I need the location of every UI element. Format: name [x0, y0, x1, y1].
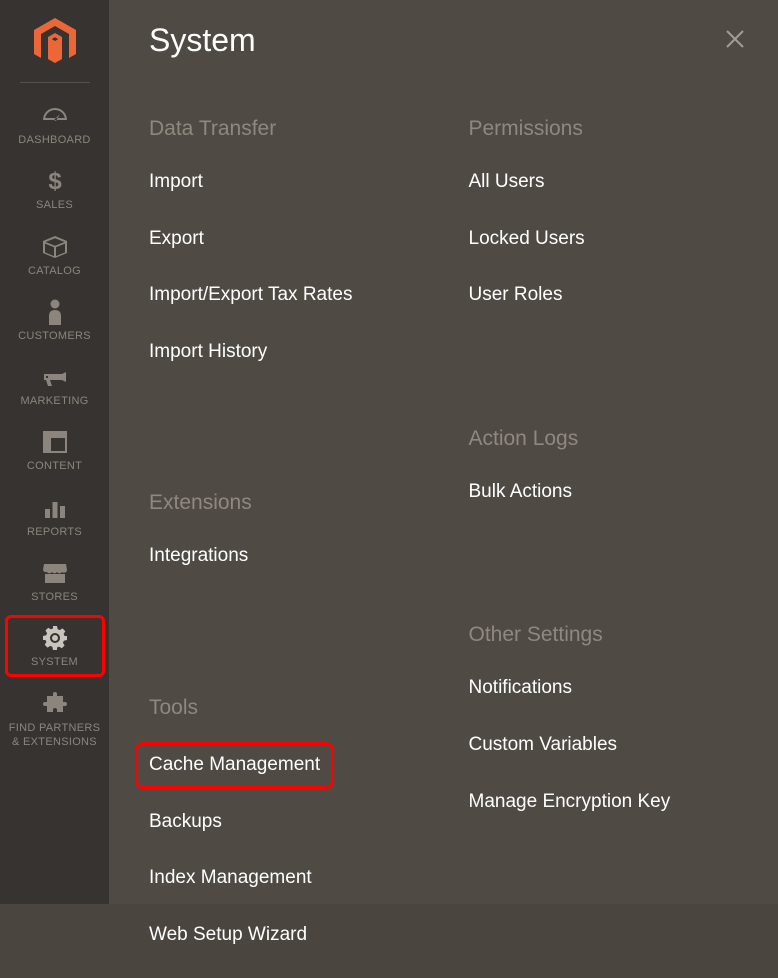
- nav-catalog[interactable]: CATALOG: [0, 222, 109, 287]
- nav-label: DASHBOARD: [18, 133, 90, 147]
- menu-export[interactable]: Export: [149, 226, 204, 253]
- close-button[interactable]: [724, 28, 746, 55]
- menu-integrations[interactable]: Integrations: [149, 543, 248, 570]
- nav-content[interactable]: CONTENT: [0, 417, 109, 482]
- person-icon: [47, 298, 63, 326]
- nav-label: SYSTEM: [31, 655, 78, 669]
- section-heading-tools: Tools: [149, 696, 429, 720]
- nav-reports[interactable]: REPORTS: [0, 483, 109, 548]
- sidebar: DASHBOARD $ SALES CATALOG CUSTOMERS MARK…: [0, 0, 109, 904]
- box-icon: [42, 233, 68, 261]
- svg-text:$: $: [48, 168, 62, 194]
- menu-import[interactable]: Import: [149, 169, 203, 196]
- system-flyout-panel: System Data Transfer Import Export Impor…: [109, 0, 778, 904]
- nav-label: STORES: [31, 590, 78, 604]
- magento-logo-icon: [34, 18, 76, 66]
- nav-label: CONTENT: [27, 459, 82, 473]
- gear-icon: [42, 624, 68, 652]
- menu-custom-variables[interactable]: Custom Variables: [469, 732, 618, 759]
- section-heading-action-logs: Action Logs: [469, 427, 749, 451]
- menu-import-export-tax-rates[interactable]: Import/Export Tax Rates: [149, 282, 352, 309]
- nav-dashboard[interactable]: DASHBOARD: [0, 91, 109, 156]
- menu-bulk-actions[interactable]: Bulk Actions: [469, 479, 573, 506]
- sidebar-divider: [20, 82, 90, 83]
- menu-backups[interactable]: Backups: [149, 809, 222, 836]
- nav-stores[interactable]: STORES: [0, 548, 109, 613]
- panel-column-right: Permissions All Users Locked Users User …: [469, 117, 749, 978]
- menu-all-users[interactable]: All Users: [469, 169, 545, 196]
- storefront-icon: [42, 559, 68, 587]
- nav-label: FIND PARTNERS & EXTENSIONS: [9, 721, 101, 750]
- logo[interactable]: [34, 0, 76, 78]
- nav-label: MARKETING: [20, 394, 88, 408]
- gauge-icon: [41, 102, 69, 130]
- dollar-icon: $: [47, 167, 63, 195]
- menu-index-management[interactable]: Index Management: [149, 865, 312, 892]
- section-heading-permissions: Permissions: [469, 117, 749, 141]
- panel-columns: Data Transfer Import Export Import/Expor…: [149, 117, 748, 978]
- close-icon: [724, 28, 746, 50]
- section-heading-data-transfer: Data Transfer: [149, 117, 429, 141]
- nav-system[interactable]: SYSTEM: [0, 613, 109, 678]
- nav-label: SALES: [36, 198, 73, 212]
- menu-manage-encryption-key[interactable]: Manage Encryption Key: [469, 789, 671, 816]
- nav-sales[interactable]: $ SALES: [0, 156, 109, 221]
- nav-label: CUSTOMERS: [18, 329, 91, 343]
- section-heading-other-settings: Other Settings: [469, 623, 749, 647]
- megaphone-icon: [42, 363, 68, 391]
- menu-user-roles[interactable]: User Roles: [469, 282, 563, 309]
- puzzle-icon: [43, 690, 67, 718]
- nav-label: REPORTS: [27, 525, 82, 539]
- menu-import-history[interactable]: Import History: [149, 339, 267, 366]
- panel-column-left: Data Transfer Import Export Import/Expor…: [149, 117, 429, 978]
- nav-customers[interactable]: CUSTOMERS: [0, 287, 109, 352]
- nav-marketing[interactable]: MARKETING: [0, 352, 109, 417]
- layout-icon: [43, 428, 67, 456]
- menu-web-setup-wizard[interactable]: Web Setup Wizard: [149, 922, 307, 949]
- nav-label: CATALOG: [28, 264, 81, 278]
- menu-locked-users[interactable]: Locked Users: [469, 226, 585, 253]
- section-heading-extensions: Extensions: [149, 491, 429, 515]
- menu-cache-management[interactable]: Cache Management: [135, 742, 334, 789]
- bars-icon: [44, 494, 66, 522]
- panel-title: System: [149, 22, 748, 59]
- nav-find-partners[interactable]: FIND PARTNERS & EXTENSIONS: [0, 679, 109, 759]
- menu-notifications[interactable]: Notifications: [469, 675, 573, 702]
